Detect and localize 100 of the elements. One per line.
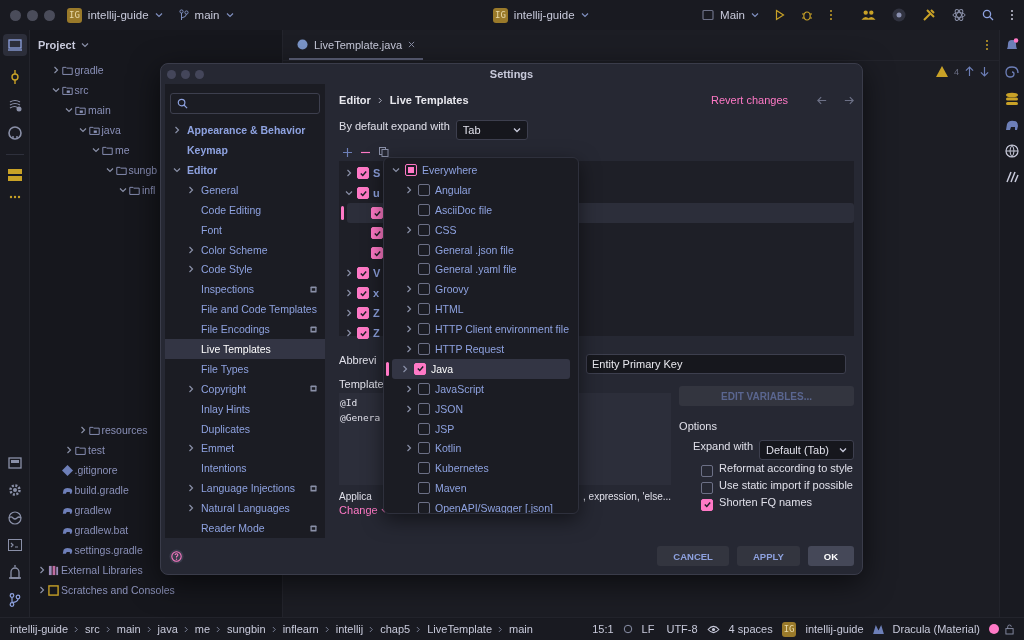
structure-icon[interactable] xyxy=(7,98,22,112)
template-group[interactable]: Z xyxy=(373,327,380,339)
checkbox[interactable] xyxy=(357,307,370,319)
chevron-right-icon[interactable] xyxy=(405,305,413,314)
context-item[interactable]: JSON xyxy=(435,402,463,415)
more-icon[interactable] xyxy=(8,195,21,199)
project-tool-button[interactable] xyxy=(2,34,27,56)
terminal-icon[interactable] xyxy=(7,539,22,551)
breadcrumb-item[interactable]: me xyxy=(194,623,211,635)
project-panel-title[interactable]: Project xyxy=(38,39,76,51)
settings-nav-item[interactable]: Code Style xyxy=(201,263,253,276)
chevron-right-icon[interactable] xyxy=(187,444,195,453)
settings-nav-item[interactable]: File Types xyxy=(201,362,249,375)
warning-icon[interactable] xyxy=(936,66,948,77)
project-name[interactable]: intellij-guide xyxy=(513,9,575,21)
checkbox[interactable] xyxy=(418,482,430,495)
chevron-right-icon[interactable] xyxy=(345,289,354,297)
search-field[interactable] xyxy=(170,93,321,115)
checkbox[interactable] xyxy=(414,362,426,375)
indent-setting[interactable]: 4 spaces xyxy=(728,623,773,635)
checkbox[interactable] xyxy=(418,223,430,236)
settings-nav-item[interactable]: Code Editing xyxy=(201,203,262,216)
checkbox[interactable] xyxy=(357,187,370,199)
context-item[interactable]: AsciiDoc file xyxy=(435,203,493,216)
checkbox[interactable] xyxy=(357,287,370,299)
selected-row[interactable]: Java xyxy=(392,358,570,379)
tree-item[interactable]: gradle xyxy=(74,64,104,76)
database-icon[interactable] xyxy=(1005,92,1019,106)
run-config-selector[interactable]: Main xyxy=(720,9,745,21)
settings-nav-item[interactable]: Inlay Hints xyxy=(201,402,251,415)
chevron-right-icon[interactable] xyxy=(187,384,195,393)
chevron-right-icon[interactable] xyxy=(405,285,413,294)
checkbox[interactable] xyxy=(418,283,430,296)
settings-nav-item[interactable]: Intentions xyxy=(201,462,247,475)
settings-nav-item[interactable]: Color Scheme xyxy=(201,243,268,256)
dialog-button[interactable]: CANCEL xyxy=(657,546,729,566)
status-dot[interactable] xyxy=(989,624,999,634)
breadcrumb-item[interactable]: chap5 xyxy=(380,623,411,635)
chevron-right-icon[interactable] xyxy=(187,185,195,194)
context-item[interactable]: HTTP Client environment file xyxy=(435,323,570,336)
context-item[interactable]: Kubernetes xyxy=(435,462,489,475)
chevron-right-icon[interactable] xyxy=(405,225,413,234)
expand-dropdown[interactable]: Tab xyxy=(455,120,528,140)
context-item[interactable]: Angular xyxy=(435,183,472,196)
tree-item[interactable]: infl xyxy=(142,184,156,196)
alarm-icon[interactable] xyxy=(7,565,22,579)
settings-nav-item[interactable]: Emmet xyxy=(201,442,235,455)
template-group[interactable]: S xyxy=(373,167,381,179)
search-icon[interactable] xyxy=(982,9,994,21)
chevron-right-icon[interactable] xyxy=(187,265,195,274)
tree-item[interactable]: src xyxy=(74,84,89,96)
checkbox[interactable] xyxy=(371,207,384,219)
help-icon[interactable] xyxy=(169,548,184,564)
wave-icon[interactable] xyxy=(7,511,22,525)
settings-nav-item[interactable]: Font xyxy=(201,223,222,236)
breadcrumb-item[interactable]: main xyxy=(116,623,141,635)
breadcrumb-item[interactable]: intellij-guide xyxy=(10,623,69,635)
globe-icon[interactable] xyxy=(1005,144,1019,158)
checkbox[interactable] xyxy=(418,382,430,395)
context-item[interactable]: Java xyxy=(431,362,454,375)
chevron-right-icon[interactable] xyxy=(187,245,195,254)
stripes-icon[interactable] xyxy=(1005,171,1019,183)
chevron-right-icon[interactable] xyxy=(173,126,181,135)
checkbox-label[interactable]: Reformat according to style xyxy=(719,462,853,474)
chevron-right-icon[interactable] xyxy=(187,484,195,493)
context-item[interactable]: JavaScript xyxy=(435,382,485,395)
bookmarks-icon[interactable] xyxy=(7,169,22,181)
add-icon[interactable] xyxy=(343,147,353,157)
dialog-button[interactable]: OK xyxy=(807,546,854,566)
breadcrumb-item[interactable]: intellij xyxy=(335,623,364,635)
commit-icon[interactable] xyxy=(9,70,20,84)
settings-nav-item[interactable]: Copyright xyxy=(201,382,246,395)
settings-nav-item[interactable]: General xyxy=(201,183,239,196)
github-icon[interactable] xyxy=(7,126,22,140)
layout-icon[interactable] xyxy=(7,457,22,469)
bell-icon[interactable] xyxy=(1005,38,1019,52)
chevron-right-icon[interactable] xyxy=(345,309,354,317)
chevron-right-icon[interactable] xyxy=(405,384,413,393)
context-item[interactable]: Groovy xyxy=(435,283,469,296)
breadcrumb-item[interactable]: src xyxy=(85,623,100,635)
checkbox[interactable] xyxy=(357,327,370,339)
checkbox[interactable] xyxy=(701,481,714,494)
chevron-right-icon[interactable] xyxy=(345,329,354,337)
chevron-right-icon[interactable] xyxy=(405,185,413,194)
more-icon[interactable] xyxy=(985,39,989,51)
checkbox[interactable] xyxy=(405,163,417,176)
checkbox[interactable] xyxy=(418,502,430,513)
breadcrumb-item[interactable]: LiveTemplate xyxy=(427,623,493,635)
breadcrumb-item[interactable]: main xyxy=(509,623,533,635)
checkbox[interactable] xyxy=(418,342,430,355)
chevron-right-icon[interactable] xyxy=(345,169,354,177)
chevron-right-icon[interactable] xyxy=(405,444,413,453)
checkbox[interactable] xyxy=(418,303,430,316)
breadcrumb-item[interactable]: inflearn xyxy=(282,623,319,635)
settings-nav-item[interactable]: Reader Mode xyxy=(201,522,265,535)
tree-item[interactable]: me xyxy=(115,144,130,156)
git-branch-icon[interactable] xyxy=(8,593,21,607)
selected-row[interactable]: Live Templates xyxy=(165,339,326,359)
checkbox[interactable] xyxy=(418,442,430,455)
settings-nav-item[interactable]: Live Templates xyxy=(201,343,271,356)
